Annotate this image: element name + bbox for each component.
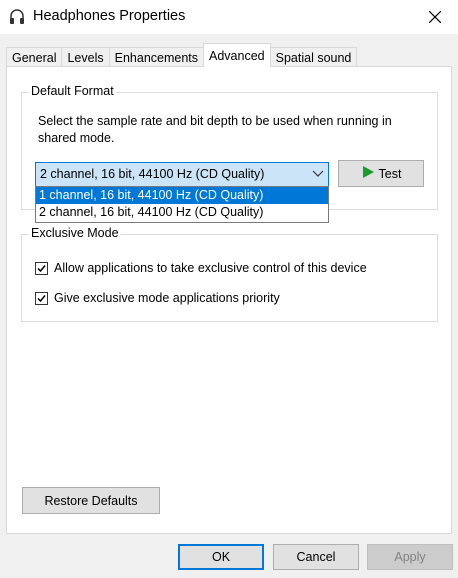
tab-label: Enhancements (114, 50, 199, 65)
format-option[interactable]: 1 channel, 16 bit, 44100 Hz (CD Quality) (36, 187, 328, 204)
tab-label: Levels (67, 50, 104, 65)
priority-checkbox-row[interactable]: Give exclusive mode applications priorit… (35, 291, 280, 305)
cancel-button[interactable]: Cancel (273, 544, 359, 570)
headphones-icon (8, 8, 26, 26)
chevron-down-icon (312, 167, 324, 179)
group-title: Default Format (29, 84, 116, 98)
close-icon (429, 11, 441, 23)
allow-exclusive-checkbox-row[interactable]: Allow applications to take exclusive con… (35, 261, 367, 275)
priority-checkbox[interactable] (35, 291, 48, 305)
close-button[interactable] (412, 0, 458, 34)
tab-spatial-sound[interactable]: Spatial sound (269, 47, 358, 67)
format-option[interactable]: 2 channel, 16 bit, 44100 Hz (CD Quality) (36, 204, 328, 221)
tab-enhancements[interactable]: Enhancements (108, 47, 205, 67)
tab-general[interactable]: General (6, 47, 63, 67)
checkbox-label: Allow applications to take exclusive con… (54, 261, 367, 275)
tab-advanced[interactable]: Advanced (203, 43, 271, 67)
tab-strip: General Levels Enhancements Advanced Spa… (6, 43, 358, 67)
tab-label: General (12, 50, 57, 65)
tab-label: Advanced (209, 48, 265, 63)
button-label: Cancel (296, 550, 336, 564)
format-dropdown-list: 1 channel, 16 bit, 44100 Hz (CD Quality)… (35, 186, 329, 223)
button-label: Restore Defaults (44, 493, 138, 508)
allow-exclusive-checkbox[interactable] (35, 261, 48, 275)
group-title: Exclusive Mode (29, 226, 121, 240)
checkbox-label: Give exclusive mode applications priorit… (54, 291, 280, 305)
test-button[interactable]: Test (338, 160, 424, 187)
checkmark-icon (37, 294, 46, 302)
play-icon (361, 165, 375, 182)
exclusive-mode-group: Exclusive Mode (21, 226, 438, 322)
format-description: Select the sample rate and bit depth to … (38, 114, 392, 145)
tab-levels[interactable]: Levels (61, 47, 110, 67)
button-label: Apply (394, 550, 426, 564)
checkmark-icon (37, 264, 46, 272)
tab-label: Spatial sound (275, 50, 352, 65)
button-label: OK (211, 550, 231, 564)
ok-button[interactable]: OK (178, 544, 264, 570)
selected-format: 2 channel, 16 bit, 44100 Hz (CD Quality) (40, 167, 265, 181)
title-bar: Headphones Properties (0, 0, 458, 34)
format-select[interactable]: 2 channel, 16 bit, 44100 Hz (CD Quality) (35, 162, 329, 187)
restore-defaults-button[interactable]: Restore Defaults (22, 487, 160, 514)
button-label: Test (378, 166, 402, 181)
apply-button[interactable]: Apply (367, 544, 453, 570)
window-title: Headphones Properties (33, 8, 186, 24)
